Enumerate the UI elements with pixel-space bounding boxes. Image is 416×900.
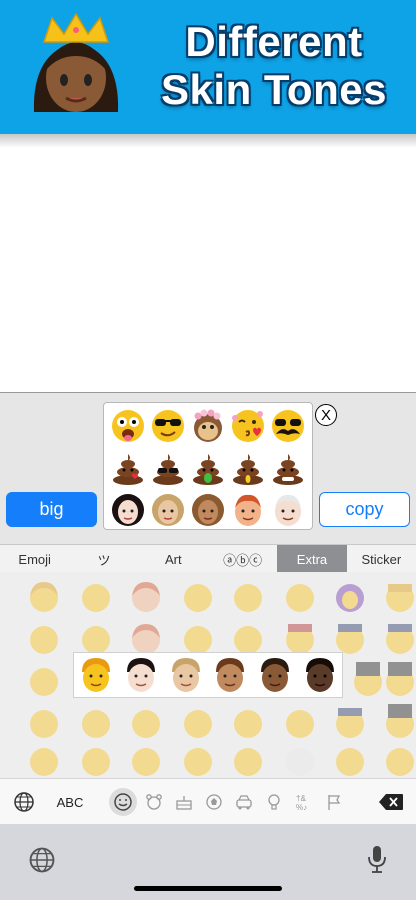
banner-title: Different Skin Tones — [140, 18, 408, 114]
person-emoji-icon[interactable] — [230, 742, 266, 778]
skin-tone-dark-icon[interactable] — [302, 656, 338, 694]
queen-emoji-icon — [33, 12, 119, 112]
close-preview-button[interactable]: X — [315, 404, 337, 426]
emoji-grid-row — [0, 704, 416, 744]
skin-tone-medium-icon[interactable] — [212, 656, 248, 694]
skin-tone-medium-dark-icon[interactable] — [257, 656, 293, 694]
person-emoji-icon[interactable] — [382, 578, 416, 614]
person-emoji-icon[interactable] — [78, 742, 114, 778]
person-emoji-icon[interactable] — [78, 704, 114, 740]
bear-icon[interactable] — [140, 788, 168, 816]
poop-yellow-icon[interactable] — [228, 448, 268, 488]
copy-button[interactable]: copy — [319, 492, 410, 527]
microphone-icon[interactable] — [364, 844, 390, 879]
banner-shadow — [0, 134, 416, 148]
kissing-face-icon[interactable] — [228, 406, 268, 446]
cake-icon[interactable] — [170, 788, 198, 816]
cheeky-face-icon[interactable] — [108, 406, 148, 446]
delete-icon[interactable] — [376, 788, 406, 816]
poop-heart-icon[interactable] — [108, 448, 148, 488]
abc-key[interactable]: ABC — [50, 788, 90, 816]
person-emoji-icon[interactable] — [350, 662, 386, 698]
person-emoji-icon[interactable] — [180, 620, 216, 656]
person-emoji-icon[interactable] — [26, 578, 62, 614]
tab-letters[interactable]: ⓐⓑⓒ — [208, 545, 277, 573]
person-emoji-icon[interactable] — [382, 704, 416, 740]
mustache-face-icon[interactable] — [268, 406, 308, 446]
person-emoji-icon[interactable] — [382, 620, 416, 656]
skin-tone-medium-light-icon[interactable] — [168, 656, 204, 694]
svg-text:†&: †& — [296, 794, 306, 803]
person-emoji-icon[interactable] — [78, 578, 114, 614]
curly-blonde-girl-icon[interactable] — [148, 490, 188, 530]
person-emoji-icon[interactable] — [180, 704, 216, 740]
tab-kaomoji[interactable]: ツ — [69, 545, 138, 573]
skin-tone-yellow-icon[interactable] — [78, 656, 114, 694]
emoji-preview-grid — [103, 402, 313, 530]
banner-title-line2: Skin Tones — [161, 66, 387, 113]
bulb-icon[interactable] — [260, 788, 288, 816]
flag-icon[interactable] — [320, 788, 348, 816]
tab-art[interactable]: Art — [139, 545, 208, 573]
person-emoji-icon[interactable] — [230, 620, 266, 656]
person-emoji-icon[interactable] — [26, 620, 62, 656]
person-emoji-icon[interactable] — [26, 742, 62, 778]
person-emoji-icon[interactable] — [332, 620, 368, 656]
keyboard-category-bar: ABC †& %♪ — [0, 778, 416, 825]
tab-sticker[interactable]: Sticker — [347, 545, 416, 573]
globe-icon[interactable] — [10, 788, 38, 816]
smiley-icon[interactable] — [109, 788, 137, 816]
person-emoji-icon[interactable] — [282, 704, 318, 740]
person-emoji-icon[interactable] — [230, 578, 266, 614]
close-label: X — [320, 406, 331, 424]
tab-extra[interactable]: Extra — [277, 545, 347, 573]
person-emoji-icon[interactable] — [230, 704, 266, 740]
symbols-icon[interactable]: †& %♪ — [290, 788, 318, 816]
poop-grin-icon[interactable] — [268, 448, 308, 488]
home-indicator — [134, 886, 282, 891]
person-emoji-icon[interactable] — [26, 704, 62, 740]
person-emoji-icon[interactable] — [282, 620, 318, 656]
promo-banner: Different Skin Tones — [0, 0, 416, 134]
poop-tongue-icon[interactable] — [188, 448, 228, 488]
person-emoji-icon[interactable] — [382, 662, 416, 698]
person-emoji-icon[interactable] — [128, 742, 164, 778]
emoji-grid-row — [0, 742, 416, 778]
person-emoji-icon[interactable] — [180, 578, 216, 614]
person-emoji-icon[interactable] — [78, 620, 114, 656]
curly-brown-girl-icon[interactable] — [188, 490, 228, 530]
person-emoji-icon[interactable] — [332, 578, 368, 614]
curly-girl-icon[interactable] — [108, 490, 148, 530]
person-emoji-icon[interactable] — [128, 620, 164, 656]
person-emoji-icon[interactable] — [282, 578, 318, 614]
person-emoji-icon[interactable] — [128, 578, 164, 614]
emoji-grid-row — [0, 578, 416, 618]
globe-icon[interactable] — [28, 846, 56, 879]
tab-emoji[interactable]: Emoji — [0, 545, 69, 573]
person-emoji-icon[interactable] — [282, 742, 318, 778]
person-emoji-icon[interactable] — [382, 742, 416, 778]
person-emoji-icon[interactable] — [26, 662, 62, 698]
car-icon[interactable] — [230, 788, 258, 816]
person-emoji-icon[interactable] — [332, 704, 368, 740]
svg-text:%♪: %♪ — [296, 803, 307, 812]
poop-sunglasses-icon[interactable] — [148, 448, 188, 488]
person-emoji-icon[interactable] — [332, 742, 368, 778]
white-hair-man-icon[interactable] — [268, 490, 308, 530]
ball-icon[interactable] — [200, 788, 228, 816]
sunglasses-face-icon[interactable] — [148, 406, 188, 446]
flower-monkey-icon[interactable] — [188, 406, 228, 446]
category-tabs: Emoji ツ Art ⓐⓑⓒ Extra Sticker — [0, 544, 416, 573]
person-emoji-icon[interactable] — [180, 742, 216, 778]
big-button[interactable]: big — [6, 492, 97, 527]
red-hair-man-icon[interactable] — [228, 490, 268, 530]
person-emoji-icon[interactable] — [128, 704, 164, 740]
skin-tone-picker — [73, 652, 343, 698]
skin-tone-light-icon[interactable] — [123, 656, 159, 694]
banner-title-line1: Different — [185, 18, 363, 65]
